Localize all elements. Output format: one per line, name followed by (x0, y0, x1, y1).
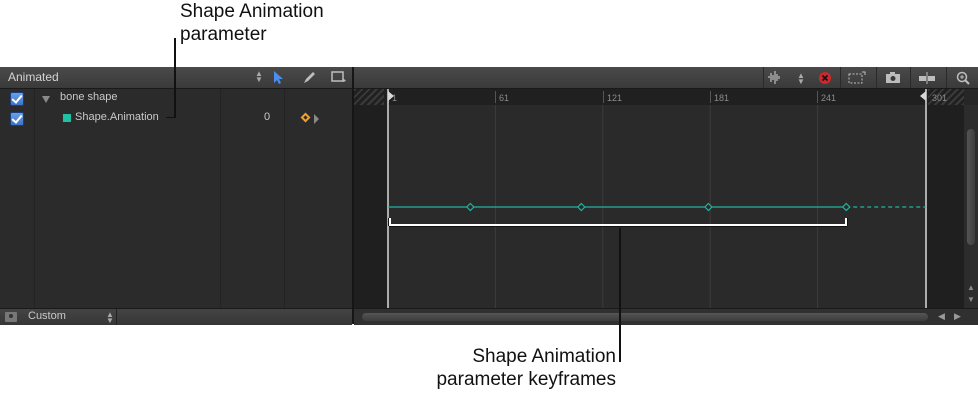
horizontal-scrollbar[interactable]: ◀ ▶ (354, 308, 978, 325)
fit-curves-icon[interactable] (916, 69, 938, 86)
scroll-down-icon[interactable]: ▼ (967, 295, 975, 304)
callout-shape-animation-keyframes: Shape Animation parameter keyframes (412, 345, 616, 391)
delete-curve-icon[interactable] (814, 69, 836, 86)
graph-panel: ▲ ▼ 1 61 121 181 241 301 ▲ ▼ ◀ ▶ (354, 67, 978, 325)
transform-keyframes-icon[interactable] (846, 69, 868, 86)
waveform-stepper-icon[interactable]: ▲ ▼ (797, 72, 805, 86)
curve-color-swatch (63, 114, 71, 122)
keyframe-editor: Animated ▲ ▼ bone shape Shape.Animation 0 (0, 67, 978, 325)
callout-leader-line (174, 38, 176, 118)
graph-toolbar: ▲ ▼ (354, 67, 978, 89)
animation-curve (388, 202, 926, 212)
curve-graph-svg[interactable] (354, 89, 964, 308)
play-range-markers (387, 89, 927, 308)
callout-bottom-line1: Shape Animation (472, 346, 616, 367)
box-tool-icon[interactable] (328, 68, 350, 87)
parameter-list-header: Animated ▲ ▼ (0, 67, 352, 89)
scroll-left-icon[interactable]: ◀ (938, 311, 945, 322)
vertical-scroll-thumb[interactable] (967, 129, 975, 245)
object-name-label: bone shape (60, 91, 118, 103)
scroll-right-icon[interactable]: ▶ (954, 311, 961, 322)
out-marker-flag (920, 91, 926, 101)
next-keyframe-icon[interactable] (314, 114, 319, 124)
toolbar-separator (910, 67, 911, 88)
parameter-list-footer: Custom ▲ ▼ (0, 308, 352, 325)
callout-bracket (389, 218, 847, 226)
callout-top-line2: parameter (180, 24, 267, 45)
keyframe-diamond-icon[interactable] (300, 112, 311, 123)
toolbar-separator (876, 67, 877, 88)
parameter-name-label: Shape.Animation (75, 111, 159, 123)
callout-bottom-line2: parameter keyframes (436, 369, 616, 390)
callout-top-line1: Shape Animation (180, 1, 324, 22)
keyframe-point[interactable] (576, 202, 586, 212)
horizontal-scroll-thumb[interactable] (362, 313, 928, 321)
keyframe-point[interactable] (841, 202, 851, 212)
callout-leader-line (166, 117, 176, 118)
row-bone-shape[interactable]: bone shape (0, 89, 352, 109)
curve-set-popup[interactable]: Animated (8, 70, 59, 84)
zoom-icon[interactable] (952, 69, 974, 86)
parameter-value[interactable]: 0 (264, 111, 270, 123)
enable-checkbox-bone-shape[interactable] (10, 92, 24, 106)
callout-shape-animation-parameter: Shape Animation parameter (180, 0, 324, 46)
audio-waveform-icon[interactable] (766, 69, 788, 86)
toolbar-separator (946, 67, 947, 88)
pencil-tool-icon[interactable] (298, 68, 320, 87)
parameter-list-panel: Animated ▲ ▼ bone shape Shape.Animation 0 (0, 67, 352, 325)
row-shape-animation[interactable]: Shape.Animation 0 (0, 109, 352, 129)
toolbar-separator (763, 67, 764, 88)
footer-separator (116, 309, 117, 325)
in-marker-flag (388, 91, 394, 101)
keyframe-point[interactable] (465, 202, 475, 212)
disclosure-triangle-icon[interactable] (42, 96, 50, 103)
snapshot-camera-icon[interactable] (882, 69, 904, 86)
curve-set-icon (5, 312, 17, 322)
custom-set-popup[interactable]: Custom (28, 310, 66, 322)
scroll-up-icon[interactable]: ▲ (967, 283, 975, 292)
enable-checkbox-shape-animation[interactable] (10, 112, 24, 126)
toolbar-separator (840, 67, 841, 88)
custom-set-stepper-icon[interactable]: ▲ ▼ (106, 311, 114, 325)
arrow-tool-icon[interactable] (266, 68, 288, 87)
vertical-scrollbar[interactable]: ▲ ▼ (964, 105, 978, 308)
callout-leader-line (619, 228, 621, 362)
curve-set-stepper-icon[interactable]: ▲ ▼ (255, 70, 263, 84)
keyframe-point[interactable] (704, 202, 713, 212)
